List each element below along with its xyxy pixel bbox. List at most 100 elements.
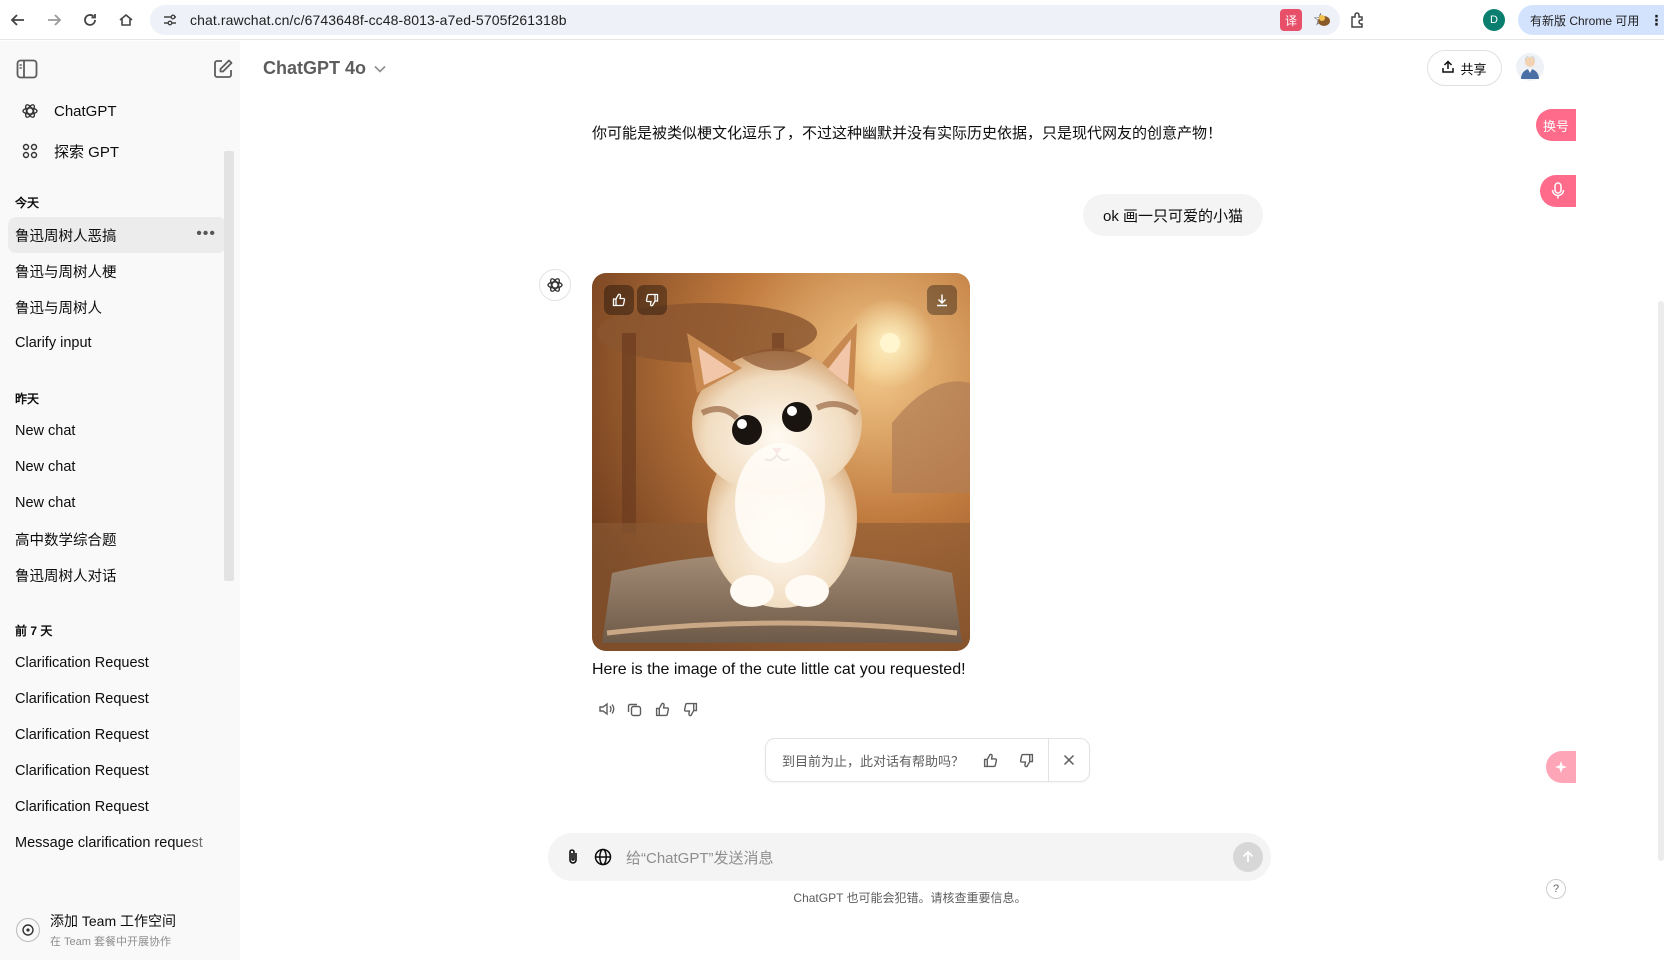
user-message-bubble: ok 画一只可爱的小猫: [1083, 194, 1264, 236]
send-button[interactable]: [1233, 842, 1263, 872]
generated-cat-image[interactable]: [592, 273, 970, 651]
back-icon[interactable]: [0, 0, 36, 40]
section-previous-7-days-title: 前 7 天: [15, 624, 53, 638]
chat-title: 鲁迅周树人恶搞: [15, 228, 117, 245]
arrow-up-icon: [1242, 850, 1254, 862]
previous-assistant-message: 你可能是被类似梗文化逗乐了，不过这种幽默并没有实际历史依据，只是现代网友的创意产…: [592, 125, 1223, 142]
share-upload-icon: [1442, 60, 1455, 76]
chat-title: Message clarification request: [15, 835, 203, 851]
chat-history-item[interactable]: New chat: [8, 449, 226, 485]
extension-icon[interactable]: [1313, 9, 1335, 31]
chat-history-item[interactable]: Clarify input: [8, 325, 226, 361]
puzzle-extensions-icon[interactable]: [1347, 9, 1369, 31]
chat-history-item[interactable]: 鲁迅与周树人梗: [8, 253, 226, 289]
message-input[interactable]: 给“ChatGPT”发送消息: [626, 847, 774, 868]
disclaimer-text: ChatGPT 也可能会犯错。请核查重要信息。: [793, 891, 1027, 905]
message-composer[interactable]: 给“ChatGPT”发送消息: [548, 833, 1271, 881]
chat-title: New chat: [15, 423, 76, 439]
chat-history-item[interactable]: New chat: [8, 413, 226, 449]
profile-avatar[interactable]: D: [1483, 9, 1505, 31]
assistant-message: Here is the image of the cute little cat…: [592, 661, 966, 678]
close-icon[interactable]: [1049, 738, 1089, 782]
image-download-icon[interactable]: [927, 285, 957, 315]
chat-title: New chat: [15, 459, 76, 475]
translate-extension-icon[interactable]: 译: [1280, 9, 1302, 31]
share-button[interactable]: 共享: [1427, 50, 1502, 86]
reload-icon[interactable]: [72, 0, 108, 40]
voice-floating-button[interactable]: [1540, 175, 1576, 207]
chrome-update-label: 有新版 Chrome 可用: [1530, 13, 1640, 28]
read-aloud-icon[interactable]: [592, 698, 620, 720]
model-selector[interactable]: ChatGPT 4o: [263, 58, 386, 79]
chat-title: Clarification Request: [15, 763, 149, 779]
chat-title: Clarification Request: [15, 655, 149, 671]
chat-history-item[interactable]: 高中数学综合题: [8, 521, 226, 557]
feedback-thumbs-up-icon[interactable]: [972, 738, 1008, 782]
sparkle-icon: [1555, 761, 1567, 773]
image-thumbs-up-icon[interactable]: [604, 285, 634, 315]
home-icon[interactable]: [108, 0, 144, 40]
address-bar[interactable]: chat.rawchat.cn/c/6743648f-cc48-8013-a7e…: [150, 5, 1340, 35]
chat-history-item[interactable]: Message clarification request: [8, 825, 226, 861]
switch-account-floating-button[interactable]: 换号: [1536, 109, 1576, 141]
chat-history-item[interactable]: 鲁迅周树人恶搞 •••: [8, 217, 226, 253]
feedback-thumbs-down-icon[interactable]: [1008, 738, 1044, 782]
copy-icon[interactable]: [620, 698, 648, 720]
sidebar-item-label: ChatGPT: [54, 102, 117, 120]
chevron-down-icon: [374, 62, 386, 76]
feedback-question: 到目前为止，此对话有帮助吗？: [782, 753, 965, 769]
url-text: chat.rawchat.cn/c/6743648f-cc48-8013-a7e…: [190, 12, 567, 28]
switch-account-label: 换号: [1542, 118, 1569, 134]
new-chat-icon[interactable]: [212, 58, 234, 80]
section-yesterday-title: 昨天: [15, 392, 40, 406]
sidebar: ChatGPT 探索 GPT 今天 鲁迅周树人恶搞 ••• 鲁迅与周树人梗 鲁迅…: [0, 41, 240, 960]
chat-title: 高中数学综合题: [15, 532, 117, 549]
chat-history-item[interactable]: Clarification Request: [8, 645, 226, 681]
thumbs-down-icon[interactable]: [676, 698, 704, 720]
conversation-feedback-prompt: 到目前为止，此对话有帮助吗？: [765, 738, 1090, 782]
chat-history-item[interactable]: New chat: [8, 485, 226, 521]
team-workspace-icon: [16, 918, 40, 942]
chat-title: Clarification Request: [15, 799, 149, 815]
model-name: ChatGPT 4o: [263, 58, 367, 78]
chat-title: Clarification Request: [15, 691, 149, 707]
chat-history-item[interactable]: 鲁迅与周树人: [8, 289, 226, 325]
attach-paperclip-icon[interactable]: [558, 842, 588, 872]
microphone-icon: [1551, 182, 1565, 199]
chat-scrollbar[interactable]: [1658, 301, 1664, 861]
user-avatar[interactable]: [1516, 53, 1544, 81]
section-today-title: 今天: [15, 196, 40, 210]
chatgpt-avatar-icon: [539, 269, 571, 301]
web-search-globe-icon[interactable]: [588, 842, 618, 872]
sidebar-item-chatgpt[interactable]: ChatGPT: [8, 91, 232, 131]
kitten-illustration: [592, 273, 970, 651]
more-options-icon[interactable]: •••: [196, 225, 216, 243]
chat-history-item[interactable]: Clarification Request: [8, 753, 226, 789]
team-workspace-title: 添加 Team 工作空间: [50, 913, 177, 929]
chat-title: Clarification Request: [15, 727, 149, 743]
chat-main: ChatGPT 4o 共享 你可能是被类似梗文化逗乐了，不过这种幽默并没有实际历…: [240, 41, 1664, 960]
chat-history-item[interactable]: Clarification Request: [8, 717, 226, 753]
sidebar-item-label: 探索 GPT: [54, 143, 120, 161]
chat-history-item[interactable]: 鲁迅周树人对话: [8, 557, 226, 593]
openai-logo-icon: [20, 101, 40, 121]
sidebar-toggle-icon[interactable]: [16, 59, 38, 79]
image-thumbs-down-icon[interactable]: [637, 285, 667, 315]
thumbs-up-icon[interactable]: [648, 698, 676, 720]
chat-title: Clarify input: [15, 335, 92, 351]
chat-history-item[interactable]: Clarification Request: [8, 789, 226, 825]
sidebar-item-explore-gpts[interactable]: 探索 GPT: [8, 131, 232, 171]
chat-title: New chat: [15, 495, 76, 511]
kebab-menu-icon[interactable]: ⋮: [1649, 12, 1663, 29]
help-button[interactable]: ?: [1546, 879, 1566, 899]
chat-history-item[interactable]: Clarification Request: [8, 681, 226, 717]
chrome-update-button[interactable]: 有新版 Chrome 可用 ⋮: [1518, 5, 1664, 35]
browser-toolbar: chat.rawchat.cn/c/6743648f-cc48-8013-a7e…: [0, 0, 1664, 40]
sidebar-scrollbar[interactable]: [224, 151, 234, 581]
floating-assistant-button[interactable]: [1546, 751, 1576, 783]
team-workspace-subtitle: 在 Team 套餐中开展协作: [50, 936, 172, 948]
site-settings-icon[interactable]: [162, 12, 178, 28]
message-actions: [592, 698, 704, 720]
add-team-workspace-button[interactable]: 添加 Team 工作空间 在 Team 套餐中开展协作: [0, 900, 240, 960]
forward-icon[interactable]: [36, 0, 72, 40]
